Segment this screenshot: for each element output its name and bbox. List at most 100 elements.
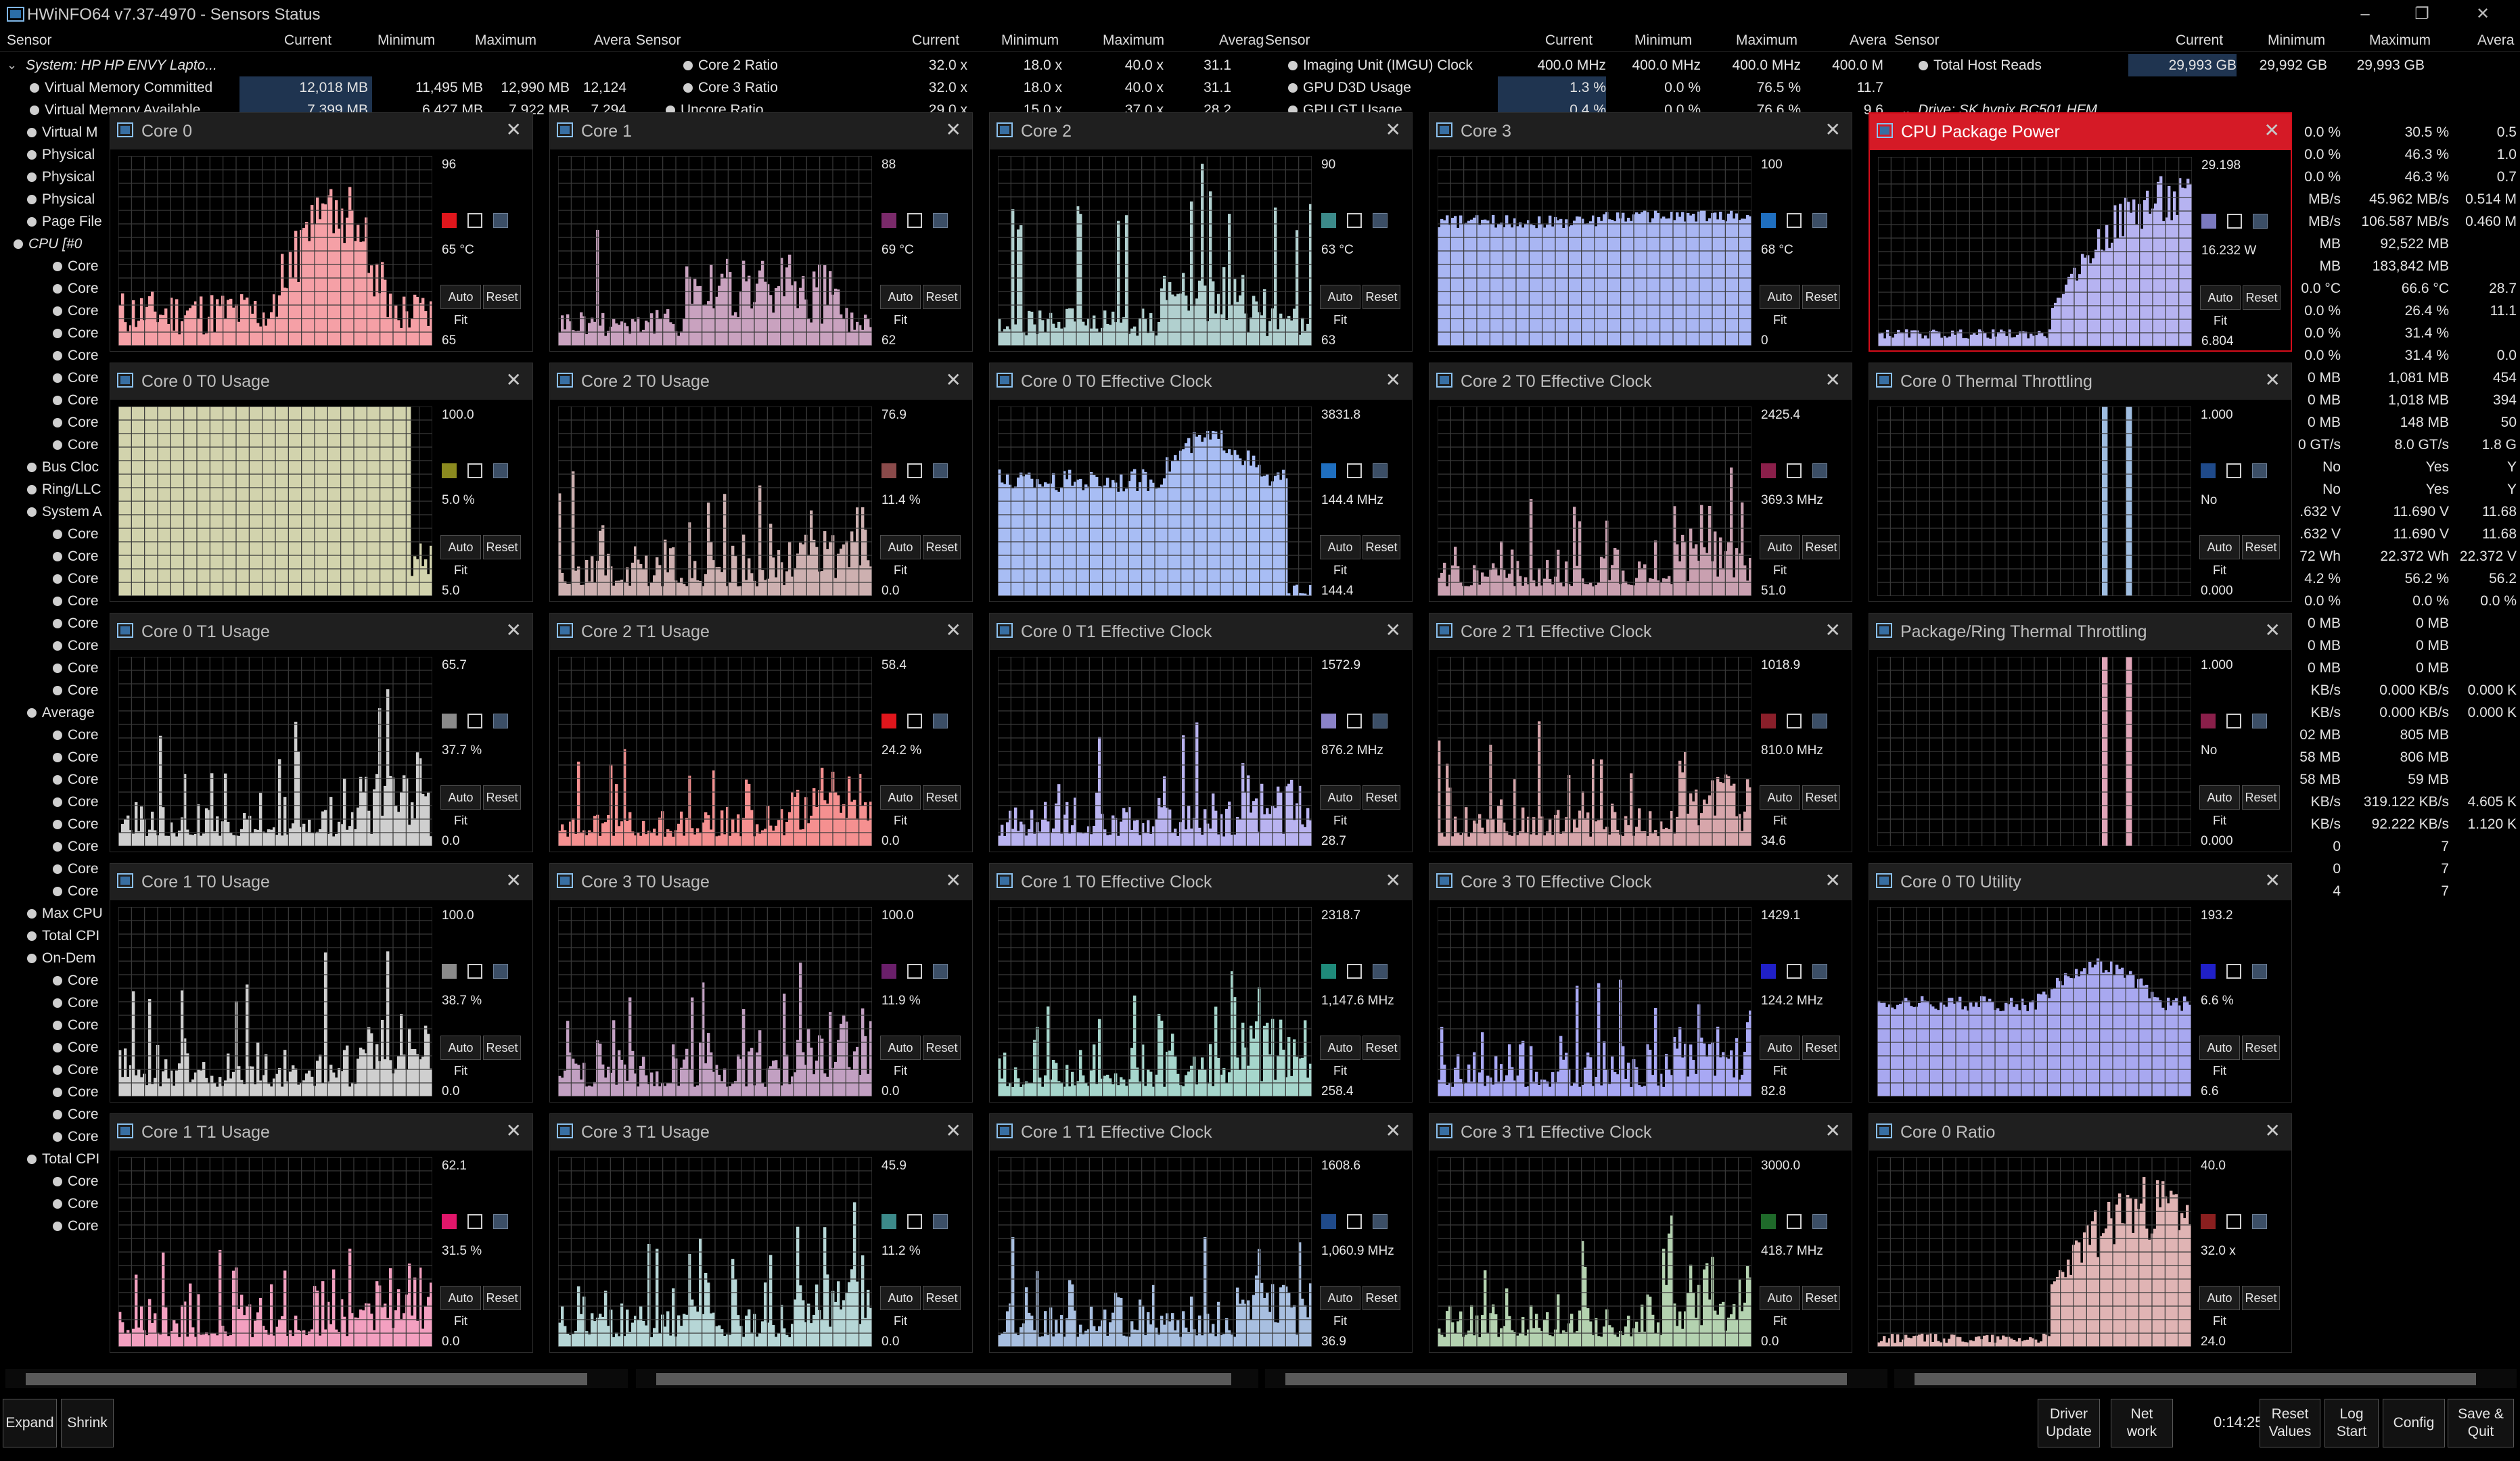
graph-titlebar[interactable]: Core 3 T1 Effective Clock ✕	[1429, 1114, 1852, 1151]
reset-button[interactable]: Reset	[1362, 785, 1400, 810]
reset-button[interactable]: Reset	[483, 1036, 521, 1060]
close-button[interactable]: ✕	[2469, 1, 2496, 27]
options-swatch[interactable]	[933, 1214, 948, 1229]
color-swatch[interactable]	[1321, 213, 1336, 228]
options-swatch[interactable]	[1812, 213, 1827, 228]
sensor-value-row[interactable]: 07	[2287, 858, 2520, 880]
color-swatch[interactable]	[1761, 463, 1776, 478]
auto-fit-button[interactable]: Auto Fit	[440, 285, 481, 327]
shrink-button[interactable]: Shrink	[61, 1399, 114, 1447]
sensor-graph-window[interactable]: Core 1 T1 Effective Clock ✕ 1608.6 1,060.9 …	[989, 1113, 1413, 1353]
scrollbar-thumb[interactable]	[1915, 1373, 2476, 1385]
color-swatch[interactable]	[1321, 714, 1336, 728]
color-swatch[interactable]	[881, 213, 896, 228]
sensor-row[interactable]: Total Host Reads 29,993 GB 29,992 GB 29,…	[1919, 54, 2514, 76]
options-swatch[interactable]	[1812, 1214, 1827, 1229]
options-swatch[interactable]	[1373, 964, 1388, 979]
header-maximum[interactable]: Maximum	[1736, 30, 1797, 51]
auto-fit-button[interactable]: Auto Fit	[880, 785, 921, 827]
reset-button[interactable]: Reset	[1362, 1286, 1400, 1310]
sensor-value-row[interactable]: 0.0 °C 66.6 °C 28.7	[2287, 277, 2520, 300]
reset-button[interactable]: Reset	[1802, 285, 1840, 309]
sensor-value-row[interactable]: 4.2 % 56.2 % 56.2	[2287, 567, 2520, 590]
reset-button[interactable]: Reset	[1802, 785, 1840, 810]
maximize-button[interactable]: ❐	[2408, 1, 2435, 27]
auto-fit-button[interactable]: Auto Fit	[880, 285, 921, 327]
auto-fit-button[interactable]: Auto Fit	[440, 1036, 481, 1077]
graph-titlebar[interactable]: Core 2 T0 Usage ✕	[550, 363, 972, 400]
reset-button[interactable]: Reset	[483, 1286, 521, 1310]
sensor-value-row[interactable]: 0 MB 0 MB	[2287, 612, 2520, 634]
options-swatch[interactable]	[2253, 214, 2268, 229]
auto-fit-button[interactable]: Auto Fit	[1760, 285, 1800, 327]
sensor-value-row[interactable]: 0.0 % 0.0 % 0.0 %	[2287, 590, 2520, 612]
color-swatch[interactable]	[2201, 1214, 2216, 1229]
sensor-value-row[interactable]: .632 V 11.690 V 11.68	[2287, 501, 2520, 523]
color-swatch[interactable]	[1761, 213, 1776, 228]
options-swatch[interactable]	[493, 964, 508, 979]
column-header-1[interactable]: Sensor Current Minimum Maximum Avera	[0, 30, 636, 52]
graph-titlebar[interactable]: Core 2 T0 Effective Clock ✕	[1429, 363, 1852, 400]
graph-titlebar[interactable]: Core 3 T0 Effective Clock ✕	[1429, 864, 1852, 900]
reset-button[interactable]: Reset	[2242, 535, 2280, 559]
header-sensor[interactable]: Sensor	[1894, 30, 1940, 51]
sensor-graph-window[interactable]: Core 2 T1 Effective Clock ✕ 1018.9 810.0 MH…	[1429, 613, 1852, 852]
sensor-value-row[interactable]: 0.0 % 31.4 %	[2287, 322, 2520, 344]
checkbox[interactable]	[2227, 214, 2242, 229]
auto-fit-button[interactable]: Auto Fit	[1320, 285, 1360, 327]
reset-button[interactable]: Reset	[923, 535, 961, 559]
config-button[interactable]: Config	[2383, 1399, 2445, 1447]
tree-item[interactable]: Average	[27, 701, 108, 724]
options-swatch[interactable]	[493, 213, 508, 228]
sensor-graph-window[interactable]: CPU Package Power ✕ 29.198 16.232 W Auto Fit…	[1869, 112, 2292, 352]
color-swatch[interactable]	[2201, 463, 2216, 478]
color-swatch[interactable]	[881, 1214, 896, 1229]
sensor-value-row[interactable]: MB/s 45.962 MB/s 0.514 M	[2287, 188, 2520, 210]
close-icon[interactable]: ✕	[1825, 619, 1841, 641]
auto-fit-button[interactable]: Auto Fit	[2199, 1036, 2240, 1077]
options-swatch[interactable]	[493, 714, 508, 728]
reset-button[interactable]: Reset	[923, 1036, 961, 1060]
sensor-value-row[interactable]: 58 MB 806 MB	[2287, 746, 2520, 768]
close-icon[interactable]: ✕	[1385, 619, 1401, 641]
reset-button[interactable]: Reset	[1802, 535, 1840, 559]
checkbox[interactable]	[1347, 463, 1362, 478]
options-swatch[interactable]	[1373, 714, 1388, 728]
sensor-graph-window[interactable]: Core 1 T0 Effective Clock ✕ 2318.7 1,147.6 …	[989, 863, 1413, 1103]
system-row[interactable]: ⌄ System: HP HP ENVY Lapto...	[7, 54, 629, 76]
graph-titlebar[interactable]: Core 0 T0 Utility ✕	[1869, 864, 2291, 900]
close-icon[interactable]: ✕	[1825, 869, 1841, 891]
auto-fit-button[interactable]: Auto Fit	[1760, 785, 1800, 827]
options-swatch[interactable]	[1812, 463, 1827, 478]
close-icon[interactable]: ✕	[2265, 869, 2281, 891]
graph-titlebar[interactable]: Core 2 T1 Effective Clock ✕	[1429, 613, 1852, 650]
reset-button[interactable]: Reset	[1802, 1036, 1840, 1060]
color-swatch[interactable]	[2201, 964, 2216, 979]
tree-item[interactable]: On-Dem	[27, 947, 108, 969]
reset-button[interactable]: Reset	[1802, 1286, 1840, 1310]
color-swatch[interactable]	[1761, 714, 1776, 728]
checkbox[interactable]	[907, 714, 922, 728]
close-icon[interactable]: ✕	[1385, 869, 1401, 891]
color-swatch[interactable]	[2201, 214, 2216, 229]
sensor-value-row[interactable]: 0.0 % 46.3 % 0.7	[2287, 166, 2520, 188]
graph-titlebar[interactable]: Core 3 T0 Usage ✕	[550, 864, 972, 900]
header-average[interactable]: Averag	[1219, 30, 1264, 51]
sensor-row[interactable]: Imaging Unit (IMGU) Clock 400.0 MHz 400.…	[1288, 54, 1890, 76]
header-average[interactable]: Avera	[2477, 30, 2514, 51]
sensor-graph-window[interactable]: Core 0 T0 Utility ✕ 193.2 6.6 % Auto Fit Rese…	[1869, 863, 2292, 1103]
tree-item[interactable]: Physical	[27, 188, 108, 210]
color-swatch[interactable]	[1761, 964, 1776, 979]
header-current[interactable]: Current	[912, 30, 959, 51]
close-icon[interactable]: ✕	[2264, 119, 2280, 141]
sensor-value-row[interactable]: 0 MB 0 MB	[2287, 634, 2520, 657]
sensor-value-row[interactable]: 07	[2287, 835, 2520, 858]
close-icon[interactable]: ✕	[2265, 369, 2281, 391]
graph-titlebar[interactable]: Core 2 ✕	[990, 113, 1412, 149]
sensor-value-row[interactable]: 0 GT/s 8.0 GT/s 1.8 G	[2287, 434, 2520, 456]
reset-button[interactable]: Reset	[2242, 1286, 2280, 1310]
graph-titlebar[interactable]: Core 2 T1 Usage ✕	[550, 613, 972, 650]
sensor-value-row[interactable]: MB/s 106.587 MB/s 0.460 M	[2287, 210, 2520, 233]
checkbox[interactable]	[2226, 964, 2241, 979]
close-icon[interactable]: ✕	[2265, 1119, 2281, 1142]
